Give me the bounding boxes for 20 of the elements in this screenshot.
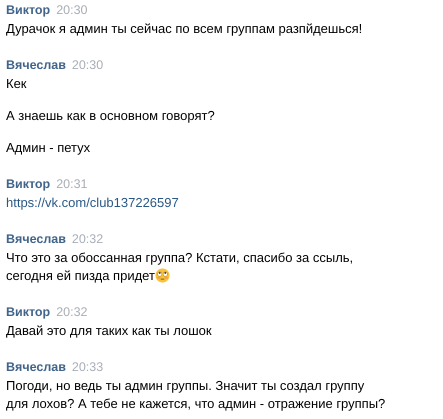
message-text: Админ - петух bbox=[6, 139, 92, 157]
message-text: Дурачок я админ ты сейчас по всем группам разпйдешься! bbox=[6, 20, 364, 38]
message-text: Давай это для таких как ты лошок bbox=[6, 322, 213, 340]
message-time: 20:33 bbox=[72, 360, 104, 374]
author-name[interactable]: Виктор bbox=[6, 177, 50, 191]
message-time: 20:30 bbox=[56, 3, 88, 17]
author-name[interactable]: Вячеслав bbox=[6, 232, 66, 246]
message-text: Погоди, но ведь ты админ группы. Значит ты создал группу для лохов? А тебе не кажется, что админ - отражение группы? bbox=[6, 377, 386, 413]
message-text: А знаешь как в основном говорят? bbox=[6, 107, 216, 125]
author-name[interactable]: Вячеслав bbox=[6, 360, 66, 374]
author-name[interactable]: Виктор bbox=[6, 305, 50, 319]
author-name[interactable]: Вячеслав bbox=[6, 58, 66, 72]
message-time: 20:32 bbox=[56, 305, 88, 319]
author-name[interactable]: Виктор bbox=[6, 3, 50, 17]
message-link[interactable]: https://vk.com/club137226597 bbox=[6, 194, 386, 212]
message-time: 20:32 bbox=[72, 232, 104, 246]
message-text: Что это за обоссанная группа? Кстати, спасибо за ссыль, сегодня ей пизда придет bbox=[6, 249, 354, 285]
message-text: Кек bbox=[6, 75, 28, 93]
message-time: 20:31 bbox=[56, 177, 88, 191]
message-time: 20:30 bbox=[72, 58, 104, 72]
